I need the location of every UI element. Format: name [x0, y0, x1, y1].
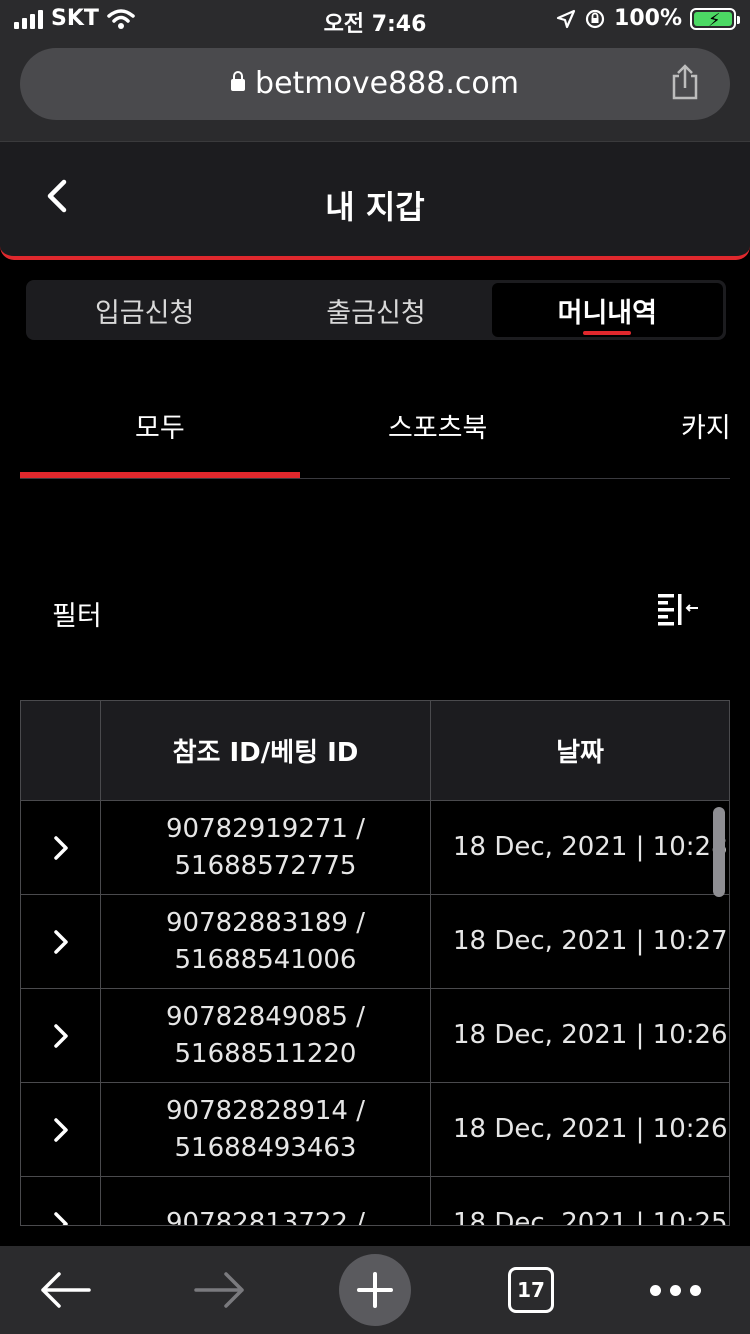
header-expand [21, 701, 101, 800]
battery-icon: ⚡ [690, 7, 740, 31]
tab-casino[interactable]: 카지 [681, 406, 731, 445]
url-text: betmove888.com [255, 66, 519, 101]
tabs-button[interactable]: 17 [506, 1246, 556, 1334]
reference-id: 90782828914 / [166, 1095, 365, 1126]
reference-id: 90782813722 / [166, 1208, 365, 1226]
back-button[interactable] [30, 1246, 100, 1334]
tab-divider [20, 478, 730, 479]
more-icon [649, 1284, 701, 1296]
segment-withdraw[interactable]: 출금신청 [260, 283, 491, 337]
battery-percent: 100% [614, 6, 682, 31]
table-row[interactable]: 90782883189 / 51688541006 18 Dec, 2021 | … [21, 895, 729, 989]
address-bar[interactable]: betmove888.com [20, 48, 730, 120]
date-cell: 18 Dec, 2021 | 10:26 [453, 1114, 728, 1144]
lock-icon [231, 71, 246, 91]
forward-button[interactable] [185, 1246, 255, 1334]
filter-label: 필터 [52, 601, 102, 632]
table-row[interactable]: 90782813722 / 18 Dec, 2021 | 10:25 [21, 1177, 729, 1227]
date-cell: 18 Dec, 2021 | 10:27 [453, 926, 728, 956]
table-row[interactable]: 90782828914 / 51688493463 18 Dec, 2021 | … [21, 1083, 729, 1177]
header-date: 날짜 [556, 738, 604, 768]
arrow-right-icon [194, 1272, 244, 1308]
plus-icon [339, 1254, 411, 1326]
status-right: 100% ⚡ [556, 6, 740, 31]
segment-money-history[interactable]: 머니내역 [491, 283, 723, 337]
tab-sportsbook[interactable]: 스포츠북 [388, 406, 487, 445]
bet-id: 51688511220 [174, 1038, 357, 1069]
more-button[interactable] [640, 1246, 710, 1334]
scrollbar[interactable] [713, 807, 725, 897]
reference-id: 90782919271 / [166, 813, 365, 844]
bet-id: 51688572775 [174, 850, 357, 881]
bet-id: 51688493463 [174, 1132, 357, 1163]
location-icon [556, 9, 576, 28]
orientation-lock-icon [585, 9, 605, 28]
reference-id: 90782883189 / [166, 907, 365, 938]
share-icon[interactable] [670, 64, 700, 100]
chevron-right-icon[interactable] [50, 928, 72, 956]
chevron-right-icon[interactable] [50, 1210, 72, 1227]
table-header: 참조 ID/베팅 ID 날짜 [21, 701, 729, 801]
chevron-right-icon[interactable] [50, 1022, 72, 1050]
table-row[interactable]: 90782919271 / 51688572775 18 Dec, 2021 | … [21, 801, 729, 895]
arrow-left-icon [41, 1272, 91, 1308]
header-reference-id: 참조 ID/베팅 ID [101, 701, 431, 800]
app-header: 내 지갑 [0, 142, 750, 260]
browser-toolbar: 17 [0, 1246, 750, 1334]
filter-icon[interactable] [656, 592, 700, 626]
chevron-right-icon[interactable] [50, 1116, 72, 1144]
date-cell: 18 Dec, 2021 | 10:26 [453, 1020, 728, 1050]
browser-bar: betmove888.com [0, 40, 750, 142]
wallet-segments: 입금신청 출금신청 머니내역 [26, 280, 726, 340]
history-table: 참조 ID/베팅 ID 날짜 90782919271 / 51688572775 … [20, 700, 730, 1226]
bet-id: 51688541006 [174, 944, 357, 975]
page-title: 내 지갑 [325, 188, 425, 226]
tab-all[interactable]: 모두 [135, 406, 185, 445]
chevron-right-icon[interactable] [50, 834, 72, 862]
category-tabs: 모두 스포츠북 카지 [20, 380, 750, 480]
tab-active-indicator [20, 472, 300, 478]
table-row[interactable]: 90782849085 / 51688511220 18 Dec, 2021 | … [21, 989, 729, 1083]
status-bar: SKT 오전 7:46 100% ⚡ [0, 0, 750, 40]
reference-id: 90782849085 / [166, 1001, 365, 1032]
segment-deposit[interactable]: 입금신청 [29, 283, 260, 337]
date-cell: 18 Dec, 2021 | 10:28 [453, 832, 728, 862]
date-cell: 18 Dec, 2021 | 10:25 [453, 1208, 728, 1226]
tab-count: 17 [508, 1267, 554, 1313]
new-tab-button[interactable] [339, 1246, 411, 1334]
